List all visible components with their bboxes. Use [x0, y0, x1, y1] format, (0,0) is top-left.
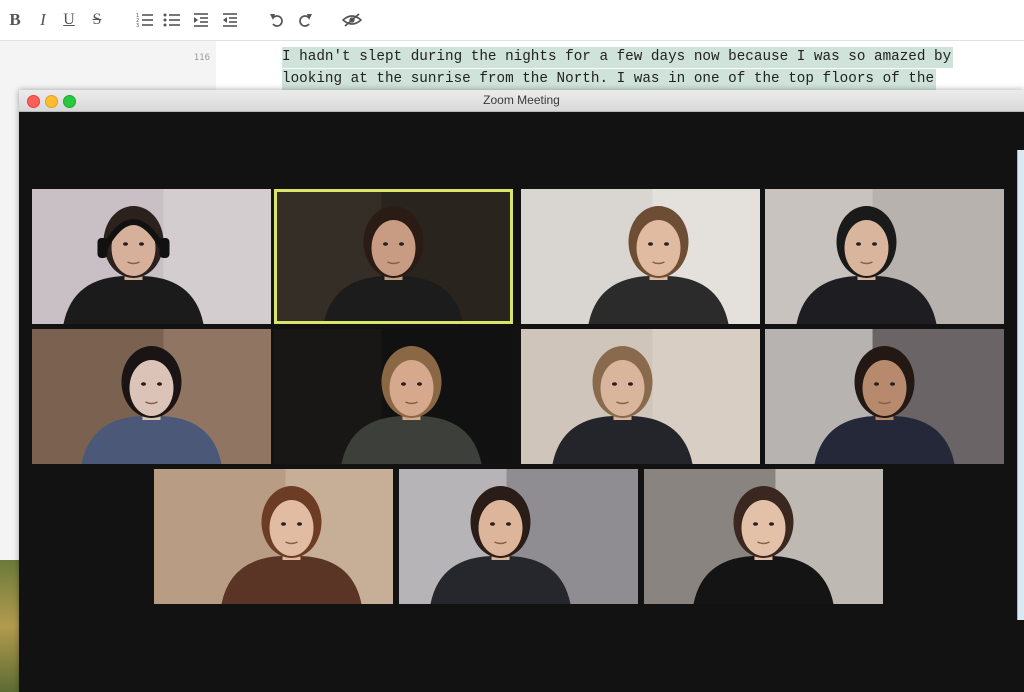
participant-video [32, 189, 271, 324]
bold-button[interactable]: B [6, 8, 24, 32]
redo-icon[interactable] [296, 8, 314, 32]
participant-video-tile[interactable] [274, 189, 513, 324]
window-title: Zoom Meeting [483, 93, 560, 107]
participant-video-tile[interactable] [521, 329, 760, 464]
italic-button[interactable]: I [34, 8, 52, 32]
line-number: 116 [193, 53, 210, 63]
participant-video [274, 329, 513, 464]
participant-video [274, 189, 513, 324]
ordered-list-icon[interactable]: 123 [136, 8, 154, 32]
zoom-window: Zoom Meeting [19, 90, 1024, 692]
svg-text:3: 3 [136, 23, 139, 28]
participant-video-tile[interactable] [32, 329, 271, 464]
editor-text-line[interactable]: I hadn't slept during the nights for a f… [282, 47, 954, 68]
participant-video-tile[interactable] [765, 189, 1004, 324]
participant-video [765, 329, 1004, 464]
participant-video [399, 469, 638, 604]
participant-video [644, 469, 883, 604]
underline-button[interactable]: U [60, 8, 78, 32]
hide-eye-icon[interactable] [342, 8, 362, 32]
participant-video [154, 469, 393, 604]
participant-video [765, 189, 1004, 324]
background-window-edge [1017, 150, 1024, 620]
participant-video [32, 329, 271, 464]
participant-video-tile[interactable] [32, 189, 271, 324]
participant-video-tile[interactable] [399, 469, 638, 604]
undo-icon[interactable] [268, 8, 286, 32]
editor-text-line[interactable]: looking at the sunrise from the North. I… [282, 69, 937, 90]
indent-icon[interactable] [192, 8, 210, 32]
participant-video-tile[interactable] [154, 469, 393, 604]
strikethrough-button[interactable]: S [88, 8, 106, 32]
participant-video-tile[interactable] [765, 329, 1004, 464]
background-photo [0, 560, 19, 692]
participant-video-tile[interactable] [644, 469, 883, 604]
participant-video-tile[interactable] [521, 189, 760, 324]
editor-toolbar: B I U S 123 [0, 0, 1024, 41]
participant-video [521, 189, 760, 324]
outdent-icon[interactable] [221, 8, 239, 32]
window-titlebar[interactable]: Zoom Meeting [19, 90, 1024, 112]
participant-video-tile[interactable] [274, 329, 513, 464]
bullet-list-icon[interactable] [163, 8, 181, 32]
participant-video [521, 329, 760, 464]
